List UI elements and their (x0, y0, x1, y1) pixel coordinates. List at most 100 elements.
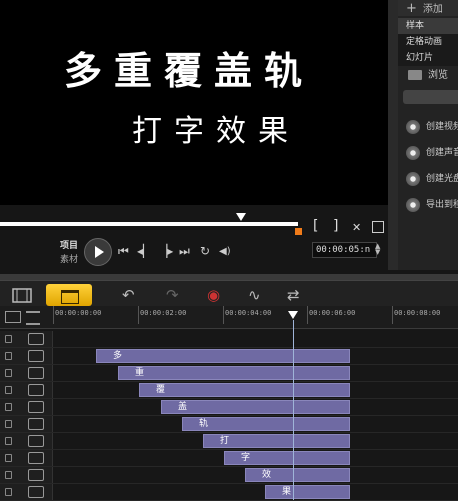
timecode-unit: n (364, 245, 371, 255)
title-clip[interactable]: 打 (203, 434, 350, 448)
create-audio-file-button[interactable]: 创建声音文件 (398, 142, 458, 164)
disc-icon (406, 171, 420, 186)
overlay-subtitle-text: 打字效果 (132, 114, 300, 149)
export-device-button[interactable]: 导出到移动设备 (398, 194, 458, 216)
overlay-track: 果 (0, 484, 458, 501)
lock-icon[interactable] (5, 454, 12, 462)
lock-icon[interactable] (5, 352, 12, 360)
overlay-track-icon[interactable] (28, 367, 44, 379)
add-button[interactable]: + 添加 (398, 0, 458, 16)
overlay-track: 打 (0, 433, 458, 450)
overlay-track-icon[interactable] (28, 469, 44, 481)
go-to-start-button[interactable]: ⏮ (118, 244, 129, 259)
library-item-slideshow[interactable]: 幻灯片 (398, 50, 458, 66)
title-clip[interactable]: 果 (265, 485, 350, 499)
track-header[interactable] (0, 382, 53, 398)
ruler-label: 00:00:06:00 (309, 309, 356, 317)
play-button[interactable] (84, 238, 112, 266)
overlay-track-icon[interactable] (28, 350, 44, 362)
overlay-track: 覆 (0, 382, 458, 399)
browse-button[interactable]: 浏览 (398, 66, 458, 86)
lock-icon[interactable] (5, 488, 12, 496)
timeline-view-button[interactable] (46, 284, 92, 306)
create-video-label: 创建视频文件 (426, 122, 458, 132)
lock-icon[interactable] (5, 437, 12, 445)
list-view-icon[interactable] (26, 311, 40, 325)
timeline-icon (61, 290, 79, 304)
title-clip[interactable]: 重 (118, 366, 350, 380)
volume-button[interactable]: ◀) (219, 246, 231, 257)
overlay-track-icon[interactable] (28, 486, 44, 498)
lock-icon[interactable] (5, 403, 12, 411)
step-back-button[interactable]: ◂▏ (137, 244, 152, 258)
library-item-stopmotion[interactable]: 定格动画 (398, 34, 458, 50)
track-header[interactable] (0, 365, 53, 381)
library-scrollbar[interactable] (403, 90, 458, 104)
lock-icon[interactable] (5, 420, 12, 428)
auto-music-button[interactable]: ⇄ (287, 286, 300, 304)
track-header[interactable] (0, 399, 53, 415)
overlay-track-icon[interactable] (28, 401, 44, 413)
storyboard-view-button[interactable] (2, 286, 42, 306)
overlay-track: 效 (0, 467, 458, 484)
repeat-button[interactable]: ↻ (200, 244, 210, 258)
title-clip[interactable]: 覆 (139, 383, 350, 397)
ruler-label: 00:00:02:00 (140, 309, 187, 317)
overlay-track-icon[interactable] (28, 333, 44, 345)
create-disc-button[interactable]: 创建光盘 (398, 168, 458, 190)
mark-in-button[interactable]: [ (313, 218, 318, 234)
film-reel-icon (406, 119, 420, 134)
copy-icon[interactable] (372, 221, 384, 233)
title-clip[interactable]: 轨 (182, 417, 350, 431)
scrub-bar[interactable] (0, 222, 298, 226)
go-to-end-button[interactable]: ⏭ (179, 244, 190, 259)
mode-material-label[interactable]: 素材 (60, 252, 78, 265)
record-capture-button[interactable]: ◉ (207, 286, 220, 304)
title-clip-label: 多 (113, 351, 123, 361)
title-clip[interactable]: 盖 (161, 400, 350, 414)
lock-icon[interactable] (5, 386, 12, 394)
browse-label: 浏览 (428, 70, 448, 81)
lock-icon[interactable] (5, 335, 12, 343)
redo-button[interactable]: ↷ (166, 286, 179, 304)
track-header[interactable] (0, 484, 53, 500)
mark-out-button[interactable]: ] (333, 218, 338, 234)
preview-window: 多重覆盖轨 打字效果 (0, 0, 388, 205)
ruler-label: 00:00:04:00 (225, 309, 272, 317)
overlay-track-icon[interactable] (28, 418, 44, 430)
trim-end-marker[interactable] (295, 228, 302, 235)
title-clip[interactable]: 字 (224, 451, 350, 465)
split-clip-button[interactable]: ✕ (352, 221, 361, 234)
track-header[interactable] (0, 467, 53, 483)
lock-icon[interactable] (5, 369, 12, 377)
mode-project-label[interactable]: 项目 (60, 238, 78, 251)
track-header[interactable] (0, 416, 53, 432)
overlay-track-icon[interactable] (28, 384, 44, 396)
title-clip[interactable]: 多 (96, 349, 350, 363)
track-header[interactable] (0, 450, 53, 466)
track-header[interactable] (0, 348, 53, 364)
lock-icon[interactable] (5, 471, 12, 479)
create-video-file-button[interactable]: 创建视频文件 (398, 116, 458, 138)
device-icon (406, 197, 420, 212)
track-header[interactable] (0, 331, 53, 347)
library-item-sample[interactable]: 样本 (398, 18, 458, 34)
step-forward-button[interactable]: ▕▸ (158, 244, 173, 258)
overlay-track-icon[interactable] (28, 435, 44, 447)
sound-mixer-button[interactable]: ∿ (248, 286, 261, 304)
panel-divider[interactable] (388, 0, 398, 270)
overlay-track: 盖 (0, 399, 458, 416)
ruler-label: 00:00:08:00 (394, 309, 441, 317)
preview-playhead[interactable] (236, 213, 246, 221)
timeline-playhead[interactable] (288, 311, 298, 319)
title-clip[interactable]: 效 (245, 468, 350, 482)
overlay-track (0, 331, 458, 348)
timecode-spinner[interactable]: ▲ ▼ (375, 243, 380, 256)
track-header[interactable] (0, 433, 53, 449)
add-label: 添加 (422, 4, 443, 15)
folder-icon (408, 70, 422, 80)
overlay-track-icon[interactable] (28, 452, 44, 464)
timecode-field[interactable]: 00:00:05:n (312, 242, 377, 258)
undo-button[interactable]: ↶ (122, 286, 135, 304)
track-manager-icon[interactable] (5, 311, 21, 323)
